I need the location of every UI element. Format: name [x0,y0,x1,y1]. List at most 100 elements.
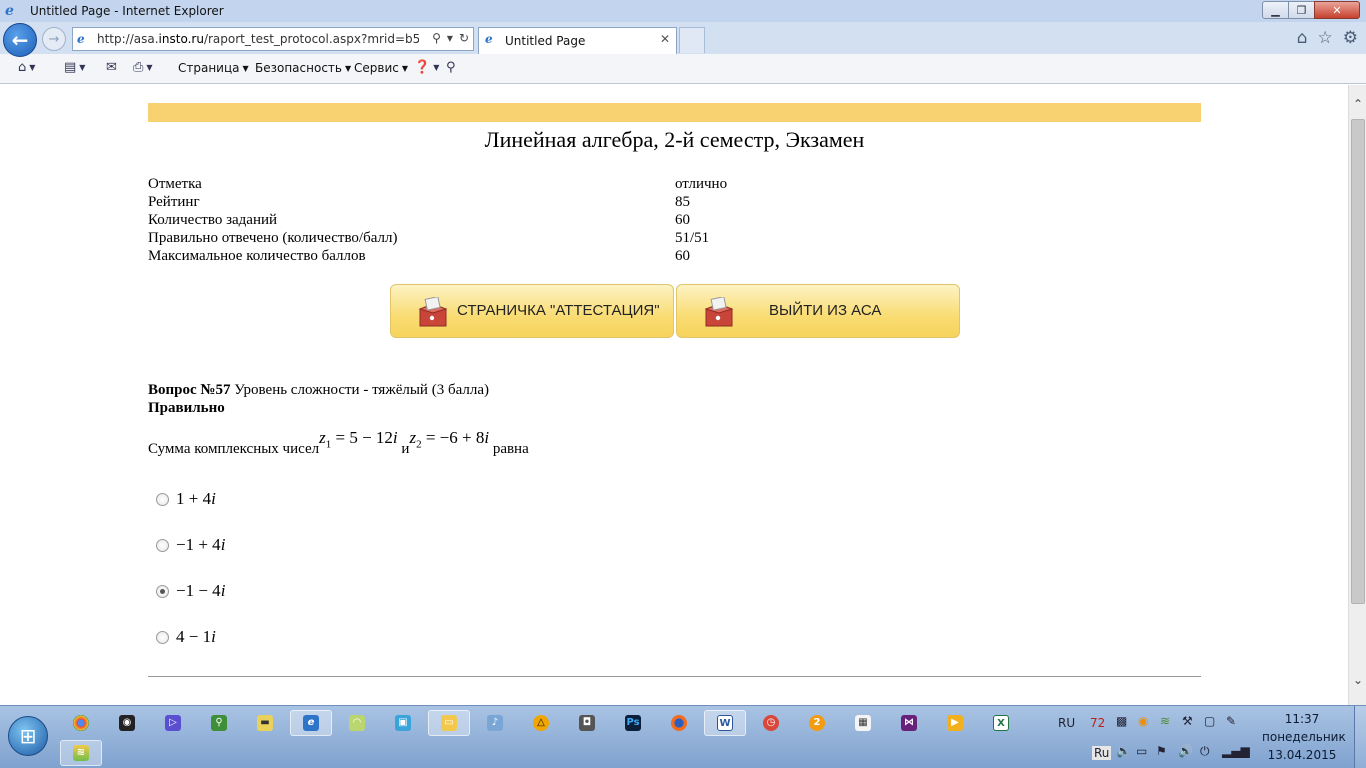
play-icon: ▷ [165,715,181,731]
url-text[interactable]: http://asa.insto.ru/raport_test_protocol… [97,32,419,46]
camera-app[interactable]: ◘ [566,710,608,736]
file-explorer-app[interactable]: ▭ [428,710,470,736]
signal-bars-icon[interactable]: ▂▄▆ [1222,744,1250,758]
remote-desktop-app[interactable]: ▣ [382,710,424,736]
system-tray: RU 72 ▩ ◉ ≋ ⚒ ▢ ✎ Ru 🔈 ▭ ⚑ 🔊 ⏻ ▂▄▆ 11:37… [1056,706,1366,768]
firefox-app[interactable] [658,710,700,736]
home-icon[interactable]: ⌂ [1297,28,1308,48]
speaker-small-icon[interactable]: 🔈 [1116,744,1131,758]
tab-close-icon[interactable]: ✕ [660,32,670,46]
chrome-app[interactable] [60,710,102,736]
new-tab-button[interactable] [679,27,705,53]
page-title: Линейная алгебра, 2-й семестр, Экзамен [484,127,865,152]
audio-app[interactable]: ♪ [474,710,516,736]
gear-icon[interactable]: ⚙ [1343,28,1358,48]
notepad-icon: ▬ [257,715,273,731]
avast-icon[interactable]: ◉ [1138,714,1148,728]
formula-z2: z2 = −6 + 8i [409,428,490,451]
scrollbar-thumb[interactable] [1351,119,1365,604]
window-icon[interactable]: ▢ [1204,714,1215,728]
word-icon: W [717,715,733,731]
language-bar[interactable]: Ru [1092,746,1112,760]
show-desktop-button[interactable] [1354,706,1366,768]
network-icon: ⚲ [211,715,227,731]
video-player-app[interactable]: ▶ [934,710,976,736]
menu-page[interactable]: Страница ▼ [178,61,249,75]
usb-icon[interactable]: ⚒ [1182,714,1193,728]
scroll-down-icon[interactable]: ⌄ [1352,673,1364,687]
forward-button[interactable]: → [42,27,66,51]
visual-studio-app[interactable]: ⋈ [888,710,930,736]
attestation-page-button[interactable]: СТРАНИЧКА "АТТЕСТАЦИЯ" [390,284,674,338]
menu-safety[interactable]: Безопасность ▼ [255,61,351,75]
answer-radio[interactable] [156,631,169,644]
pen-icon[interactable]: ✎ [1226,714,1236,728]
horizontal-divider [148,676,1201,677]
photoshop-app[interactable]: Ps [612,710,654,736]
answer-option: −1 + 4i [148,535,548,581]
tab-untitled-page[interactable]: e Untitled Page ✕ [478,27,677,54]
network-app[interactable]: ⚲ [198,710,240,736]
torrent-app[interactable]: △ [520,710,562,736]
wifi-app[interactable]: ◠ [336,710,378,736]
formula-z1: z1 = 5 − 12i [319,428,398,451]
start-button[interactable]: ⊞ [8,716,48,756]
exit-asa-button[interactable]: ВЫЙТИ ИЗ АСА [676,284,960,338]
address-tools: ⚲ ▾ ↻ [432,31,469,45]
player-app[interactable]: ▷ [152,710,194,736]
ballot-box-icon [704,297,734,327]
language-indicator[interactable]: RU [1058,716,1075,730]
refresh-icon[interactable]: ↻ [459,31,469,45]
research-icon[interactable]: ⚲ [446,60,456,75]
battery-level[interactable]: 72 [1090,716,1105,730]
mail-icon[interactable]: ✉ [106,60,117,75]
answer-option: 4 − 1i [148,627,548,673]
answer-status: Правильно [148,400,225,416]
media-app[interactable]: ◉ [106,710,148,736]
vertical-scrollbar[interactable]: ⌃ ⌄ [1348,85,1366,705]
print-icon[interactable]: ⎙ ▼ [133,60,153,75]
excel-icon: X [993,715,1009,731]
back-button[interactable]: ← [3,23,37,57]
eye-icon: ◉ [119,715,135,731]
menu-service[interactable]: Сервис ▼ [354,61,408,75]
internet-explorer-app[interactable]: e [290,710,332,736]
monitor-small-icon[interactable]: ▭ [1136,744,1147,758]
system-clock[interactable]: 11:37 понедельник 13.04.2015 [1262,710,1346,764]
dropdown-arrow-icon[interactable]: ▾ [447,31,453,45]
window-title: Untitled Page - Internet Explorer [30,4,224,18]
speaker-icon: ♪ [487,715,503,731]
triangle-icon: △ [533,715,549,731]
summary-row: Правильно отвечено (количество/балл) 51/5… [148,230,710,246]
bluestacks-app[interactable]: ≋ [60,740,102,766]
notes-app[interactable]: ▬ [244,710,286,736]
nvidia-icon[interactable]: ▩ [1116,714,1127,728]
volume-icon[interactable]: 🔊 [1178,744,1193,758]
search-icon[interactable]: ⚲ [432,31,441,45]
windows-logo-icon: ⊞ [19,724,37,748]
flag-icon[interactable]: ⚑ [1156,744,1167,758]
answer-radio-selected[interactable] [156,585,169,598]
excel-app[interactable]: X [980,710,1022,736]
page-icon: e [77,32,85,46]
calculator-app[interactable]: ▦ [842,710,884,736]
answer-radio[interactable] [156,539,169,552]
close-button[interactable]: ✕ [1314,1,1360,19]
clock-app[interactable]: ◷ [750,710,792,736]
word-app[interactable]: W [704,710,746,736]
minimize-button[interactable]: ▁ [1262,1,1289,19]
bluestacks-icon[interactable]: ≋ [1160,714,1170,728]
help-icon[interactable]: ❓ ▼ [414,60,439,75]
home-icon[interactable]: ⌂ ▼ [18,60,35,75]
maximize-button[interactable]: ❐ [1288,1,1315,19]
address-bar[interactable]: e http://asa.insto.ru/raport_test_protoc… [72,27,474,51]
answer-radio[interactable] [156,493,169,506]
answer-option: 1 + 4i [148,489,548,535]
scroll-up-icon[interactable]: ⌃ [1352,97,1364,111]
internet-explorer-icon: e [5,3,14,19]
attestation-button-label: СТРАНИЧКА "АТТЕСТАЦИЯ" [457,302,660,319]
rss-feed-icon[interactable]: ▤ ▼ [64,60,85,75]
favorites-star-icon[interactable]: ☆ [1318,28,1333,48]
power-icon[interactable]: ⏻ [1200,744,1210,759]
messenger-app[interactable]: 2 [796,710,838,736]
